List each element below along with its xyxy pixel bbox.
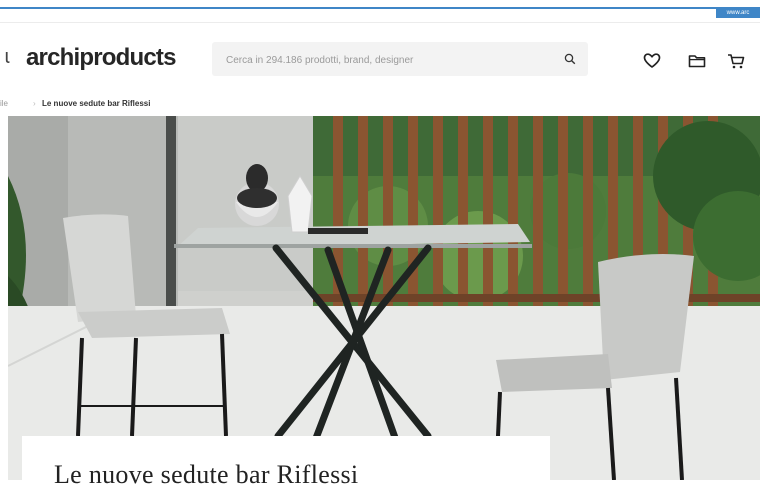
- hero-banner[interactable]: [8, 116, 760, 480]
- search-icon[interactable]: [564, 53, 576, 65]
- top-accent-line: [0, 7, 760, 9]
- folder-icon[interactable]: [687, 51, 707, 71]
- hero-caption-box: Le nuove sedute bar Riflessi: [22, 436, 550, 496]
- site-url-tag[interactable]: www.arc: [716, 9, 760, 18]
- breadcrumb-current: Le nuove sedute bar Riflessi: [42, 99, 151, 108]
- hero-image: [8, 116, 760, 480]
- site-header: ɩ archiproducts: [0, 34, 760, 86]
- heart-icon[interactable]: [642, 51, 662, 71]
- cart-icon[interactable]: [726, 51, 746, 71]
- menu-icon[interactable]: ɩ: [5, 46, 9, 69]
- breadcrumb-separator: ›: [33, 99, 36, 108]
- breadcrumb-prev-link[interactable]: ile: [0, 99, 8, 108]
- search-bar[interactable]: [212, 42, 588, 78]
- search-input[interactable]: [224, 42, 548, 78]
- divider: [0, 22, 760, 23]
- hero-caption-title[interactable]: Le nuove sedute bar Riflessi: [54, 460, 358, 490]
- site-logo[interactable]: archiproducts: [26, 44, 176, 72]
